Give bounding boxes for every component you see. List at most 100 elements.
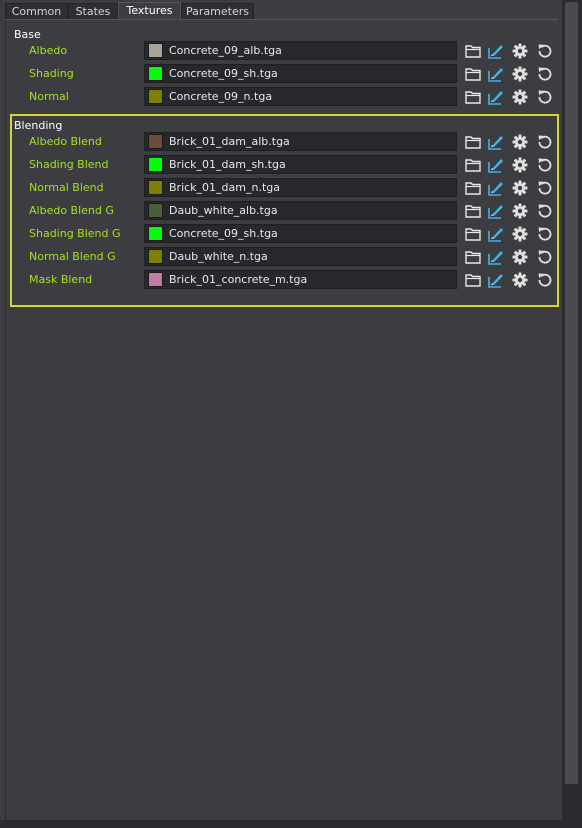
texture-file-name: Daub_white_n.tga [169, 250, 268, 263]
texture-slot-label: Normal [29, 90, 69, 103]
texture-file-name: Brick_01_concrete_m.tga [169, 273, 308, 286]
gear-icon[interactable] [511, 65, 529, 83]
texture-preview-swatch [148, 157, 163, 172]
reset-icon[interactable] [536, 271, 554, 289]
tab-common[interactable]: Common [5, 3, 68, 19]
texture-file-name: Concrete_09_sh.tga [169, 227, 278, 240]
texture-file-name: Concrete_09_sh.tga [169, 67, 278, 80]
texture-preview-swatch [148, 43, 163, 58]
texture-file-name: Concrete_09_n.tga [169, 90, 273, 103]
reset-icon[interactable] [536, 225, 554, 243]
texture-file-field[interactable]: Brick_01_dam_alb.tga [144, 132, 457, 151]
texture-preview-swatch [148, 226, 163, 241]
folder-icon[interactable] [464, 65, 482, 83]
texture-row: Shading Concrete_09_sh.tga [0, 64, 560, 84]
texture-file-name: Brick_01_dam_alb.tga [169, 135, 290, 148]
edit-icon[interactable] [487, 42, 505, 60]
texture-preview-swatch [148, 66, 163, 81]
section-title-base: Base [14, 28, 41, 41]
gear-icon[interactable] [511, 225, 529, 243]
edit-icon[interactable] [487, 65, 505, 83]
texture-row: Normal Blend Brick_01_dam_n.tga [0, 178, 560, 198]
bottom-border [0, 820, 582, 828]
tab-textures[interactable]: Textures [118, 2, 181, 20]
texture-row: Albedo Blend Brick_01_dam_alb.tga [0, 132, 560, 152]
texture-file-field[interactable]: Brick_01_dam_sh.tga [144, 155, 457, 174]
gear-icon[interactable] [511, 179, 529, 197]
folder-icon[interactable] [464, 202, 482, 220]
edit-icon[interactable] [487, 202, 505, 220]
edit-icon[interactable] [487, 248, 505, 266]
texture-file-field[interactable]: Brick_01_dam_n.tga [144, 178, 457, 197]
gear-icon[interactable] [511, 133, 529, 151]
texture-preview-swatch [148, 134, 163, 149]
edit-icon[interactable] [487, 179, 505, 197]
vertical-scrollbar[interactable] [562, 0, 582, 828]
edit-icon[interactable] [487, 133, 505, 151]
texture-row: Albedo Concrete_09_alb.tga [0, 41, 560, 61]
texture-file-name: Brick_01_dam_n.tga [169, 181, 280, 194]
edit-icon[interactable] [487, 271, 505, 289]
texture-file-field[interactable]: Concrete_09_alb.tga [144, 41, 457, 60]
edit-icon[interactable] [487, 225, 505, 243]
folder-icon[interactable] [464, 248, 482, 266]
tab-states[interactable]: States [68, 3, 118, 19]
reset-icon[interactable] [536, 202, 554, 220]
folder-icon[interactable] [464, 88, 482, 106]
folder-icon[interactable] [464, 271, 482, 289]
texture-slot-label: Albedo Blend G [29, 204, 114, 217]
reset-icon[interactable] [536, 179, 554, 197]
texture-slot-label: Normal Blend G [29, 250, 116, 263]
gear-icon[interactable] [511, 271, 529, 289]
texture-file-field[interactable]: Brick_01_concrete_m.tga [144, 270, 457, 289]
texture-slot-label: Shading Blend [29, 158, 109, 171]
folder-icon[interactable] [464, 133, 482, 151]
texture-slot-label: Mask Blend [29, 273, 93, 286]
folder-icon[interactable] [464, 225, 482, 243]
texture-slot-label: Albedo Blend [29, 135, 102, 148]
texture-slot-label: Shading [29, 67, 74, 80]
gear-icon[interactable] [511, 88, 529, 106]
reset-icon[interactable] [536, 133, 554, 151]
gear-icon[interactable] [511, 42, 529, 60]
texture-slot-label: Normal Blend [29, 181, 104, 194]
texture-slot-label: Albedo [29, 44, 68, 57]
tab-bar: Common States Textures Parameters [5, 2, 558, 20]
reset-icon[interactable] [536, 65, 554, 83]
edit-icon[interactable] [487, 88, 505, 106]
texture-preview-swatch [148, 203, 163, 218]
texture-preview-swatch [148, 249, 163, 264]
texture-row: Shading Blend G Concrete_09_sh.tga [0, 224, 560, 244]
gear-icon[interactable] [511, 248, 529, 266]
texture-preview-swatch [148, 180, 163, 195]
reset-icon[interactable] [536, 42, 554, 60]
texture-preview-swatch [148, 89, 163, 104]
texture-preview-swatch [148, 272, 163, 287]
texture-file-field[interactable]: Concrete_09_sh.tga [144, 224, 457, 243]
texture-file-field[interactable]: Daub_white_alb.tga [144, 201, 457, 220]
texture-slot-label: Shading Blend G [29, 227, 121, 240]
texture-row: Shading Blend Brick_01_dam_sh.tga [0, 155, 560, 175]
section-title-blending: Blending [14, 119, 63, 132]
scrollbar-thumb[interactable] [565, 2, 578, 784]
texture-file-name: Concrete_09_alb.tga [169, 44, 282, 57]
texture-file-name: Brick_01_dam_sh.tga [169, 158, 286, 171]
texture-row: Normal Concrete_09_n.tga [0, 87, 560, 107]
edit-icon[interactable] [487, 156, 505, 174]
texture-file-field[interactable]: Concrete_09_sh.tga [144, 64, 457, 83]
reset-icon[interactable] [536, 156, 554, 174]
folder-icon[interactable] [464, 179, 482, 197]
texture-row: Albedo Blend G Daub_white_alb.tga [0, 201, 560, 221]
texture-row: Normal Blend G Daub_white_n.tga [0, 247, 560, 267]
texture-file-field[interactable]: Daub_white_n.tga [144, 247, 457, 266]
texture-file-name: Daub_white_alb.tga [169, 204, 278, 217]
reset-icon[interactable] [536, 248, 554, 266]
tab-parameters[interactable]: Parameters [181, 3, 254, 19]
folder-icon[interactable] [464, 42, 482, 60]
texture-row: Mask Blend Brick_01_concrete_m.tga [0, 270, 560, 290]
texture-file-field[interactable]: Concrete_09_n.tga [144, 87, 457, 106]
gear-icon[interactable] [511, 156, 529, 174]
reset-icon[interactable] [536, 88, 554, 106]
folder-icon[interactable] [464, 156, 482, 174]
gear-icon[interactable] [511, 202, 529, 220]
